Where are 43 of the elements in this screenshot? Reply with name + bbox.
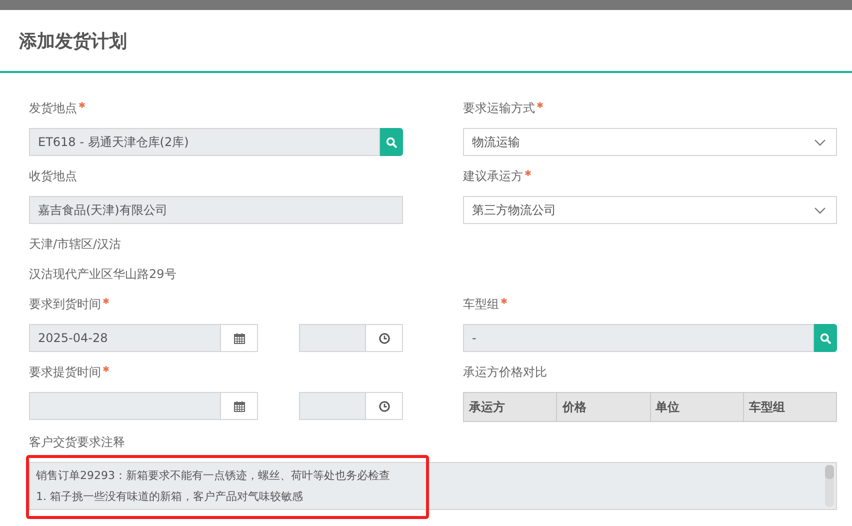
field-label: 车型组 bbox=[463, 296, 499, 312]
input-field[interactable]: ET618 - 易通天津仓库(2库) bbox=[29, 128, 380, 156]
field-label: 发货地点 bbox=[29, 100, 77, 116]
field-label: 要求提货时间 bbox=[29, 364, 101, 380]
search-button[interactable] bbox=[814, 324, 837, 352]
calendar-button[interactable] bbox=[221, 392, 258, 420]
chevron-down-icon bbox=[814, 138, 826, 146]
address-text: 汉沽现代产业区华山路29号 bbox=[29, 266, 178, 282]
search-button[interactable] bbox=[380, 128, 403, 156]
clock-icon bbox=[378, 332, 390, 344]
time-field[interactable] bbox=[299, 392, 366, 420]
field-label: 建议承运方 bbox=[463, 168, 523, 184]
date-field[interactable] bbox=[29, 392, 221, 420]
address-text: 天津/市辖区/汉沽 bbox=[29, 236, 122, 252]
chevron-down-icon bbox=[814, 206, 826, 214]
select-field[interactable]: 物流运输 bbox=[463, 128, 837, 156]
notes-line: 销售订单29293：新箱要求不能有一点锈迹，螺丝、荷叶等处也务必检查 bbox=[36, 468, 390, 484]
field-label: 要求到货时间 bbox=[29, 296, 101, 312]
dialog-title: 添加发货计划 bbox=[19, 30, 127, 52]
notes-textarea[interactable]: 销售订单29293：新箱要求不能有一点锈迹，螺丝、荷叶等处也务必检查 1. 箱子挑一些没有味道的新箱，客户产品对气味较敏感 bbox=[29, 462, 837, 510]
calendar-button[interactable] bbox=[221, 324, 258, 352]
field-label: 承运方价格对比 bbox=[463, 364, 547, 380]
input-field[interactable]: 嘉吉食品(天津)有限公司 bbox=[29, 196, 403, 224]
time-field[interactable] bbox=[299, 324, 366, 352]
input-field[interactable]: - bbox=[463, 324, 814, 352]
scrollbar[interactable] bbox=[825, 465, 834, 507]
search-icon bbox=[386, 136, 397, 148]
column-header: 车型组 bbox=[743, 392, 836, 422]
field-label: 客户交货要求注释 bbox=[29, 434, 125, 450]
column-header: 承运方 bbox=[464, 392, 557, 422]
notes-line: 1. 箱子挑一些没有味道的新箱，客户产品对气味较敏感 bbox=[36, 489, 304, 505]
date-field[interactable]: 2025-04-28 bbox=[29, 324, 221, 352]
select-field[interactable]: 第三方物流公司 bbox=[463, 196, 837, 224]
search-icon bbox=[820, 332, 831, 344]
field-label: 收货地点 bbox=[29, 168, 77, 184]
calendar-icon bbox=[234, 332, 244, 344]
column-header: 单位 bbox=[650, 392, 744, 422]
clock-button[interactable] bbox=[366, 392, 403, 420]
calendar-icon bbox=[234, 400, 244, 412]
clock-button[interactable] bbox=[366, 324, 403, 352]
column-header: 价格 bbox=[556, 392, 650, 422]
clock-icon bbox=[378, 400, 390, 412]
field-label: 要求运输方式 bbox=[463, 100, 535, 116]
